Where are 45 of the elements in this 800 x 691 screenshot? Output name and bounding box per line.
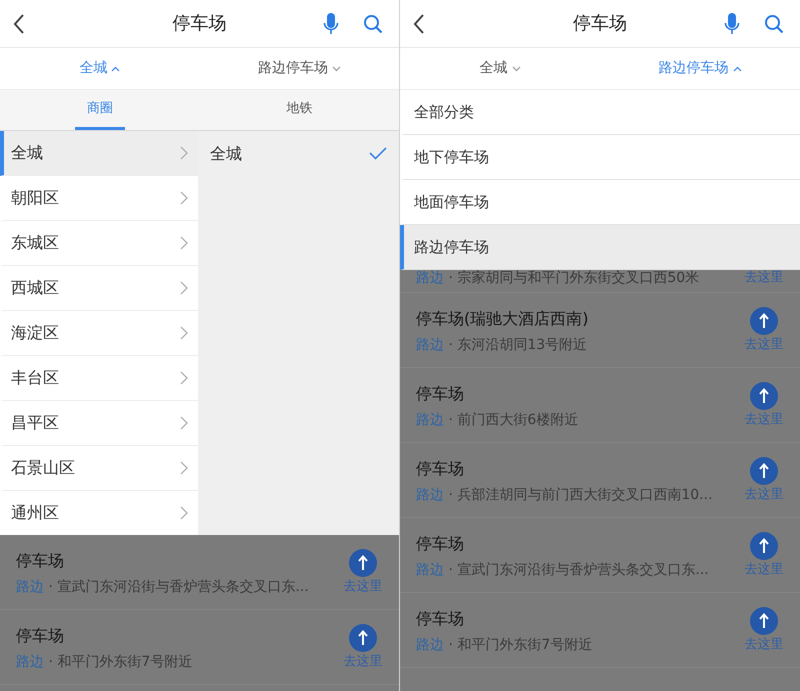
filter-dropdown[interactable]: 路边停车场 xyxy=(658,58,742,79)
microphone-icon[interactable] xyxy=(323,12,339,36)
filter-dropdown[interactable]: 全城 xyxy=(79,58,120,79)
microphone-icon[interactable] xyxy=(724,12,740,36)
filter-dropdown[interactable]: 路边停车场 xyxy=(258,58,341,79)
district-item[interactable]: 全城 xyxy=(0,131,198,176)
chevron-up-icon xyxy=(111,66,120,72)
chevron-right-icon xyxy=(180,326,188,340)
back-icon[interactable] xyxy=(12,12,26,34)
result-address: 路边 · 和平门外东街7号附近 xyxy=(416,637,594,653)
chevron-down-icon xyxy=(332,66,341,72)
search-icon[interactable] xyxy=(363,14,383,34)
result-address: 路边 · 前门西大街6楼附近 xyxy=(416,412,580,428)
result-address: 路边 · 宣武门东河沿街与香炉营头条交叉口东... xyxy=(16,579,310,595)
chevron-right-icon xyxy=(180,281,188,295)
area-item[interactable]: 全城 xyxy=(198,131,399,176)
back-icon[interactable] xyxy=(412,12,426,34)
result-address: 路边 · 宣武门东河沿街与香炉营头条交叉口东... xyxy=(416,562,710,578)
chevron-up-icon xyxy=(732,66,742,72)
chevron-right-icon xyxy=(180,146,188,160)
result-title[interactable]: 停车场 xyxy=(416,607,744,631)
result-address: 路边 · 和平门外东街7号附近 xyxy=(16,654,194,670)
chevron-right-icon xyxy=(180,416,188,430)
category-option[interactable]: 路边停车场 xyxy=(400,225,800,270)
result-address: 路边 · 东河沿胡同13号附近 xyxy=(416,337,588,353)
chevron-right-icon xyxy=(180,236,188,250)
result-address: 路边 · 兵部洼胡同与前门西大街交叉口西南10... xyxy=(416,487,714,503)
search-icon[interactable] xyxy=(764,14,784,34)
result-title[interactable]: 停车场(瑞驰大酒店西南) xyxy=(416,307,744,331)
check-icon xyxy=(369,147,387,160)
chevron-right-icon xyxy=(180,506,188,520)
result-title[interactable]: 停车场 xyxy=(16,624,343,648)
chevron-right-icon xyxy=(180,461,188,475)
result-title[interactable]: 停车场 xyxy=(416,532,744,556)
page-title: 停车场 xyxy=(172,12,226,36)
category-tab[interactable]: 地铁 xyxy=(274,90,324,130)
chevron-right-icon xyxy=(180,371,188,385)
chevron-right-icon xyxy=(180,191,188,205)
chevron-down-icon xyxy=(512,66,520,72)
result-title[interactable]: 停车场 xyxy=(416,457,744,481)
filter-dropdown[interactable]: 全城 xyxy=(480,58,520,79)
result-title[interactable]: 停车场 xyxy=(16,549,343,573)
result-address: 路边 · 宗家胡同与和平门外东街交叉口西50米 xyxy=(416,270,700,286)
page-title: 停车场 xyxy=(573,12,627,36)
result-title[interactable]: 停车场 xyxy=(416,382,744,406)
